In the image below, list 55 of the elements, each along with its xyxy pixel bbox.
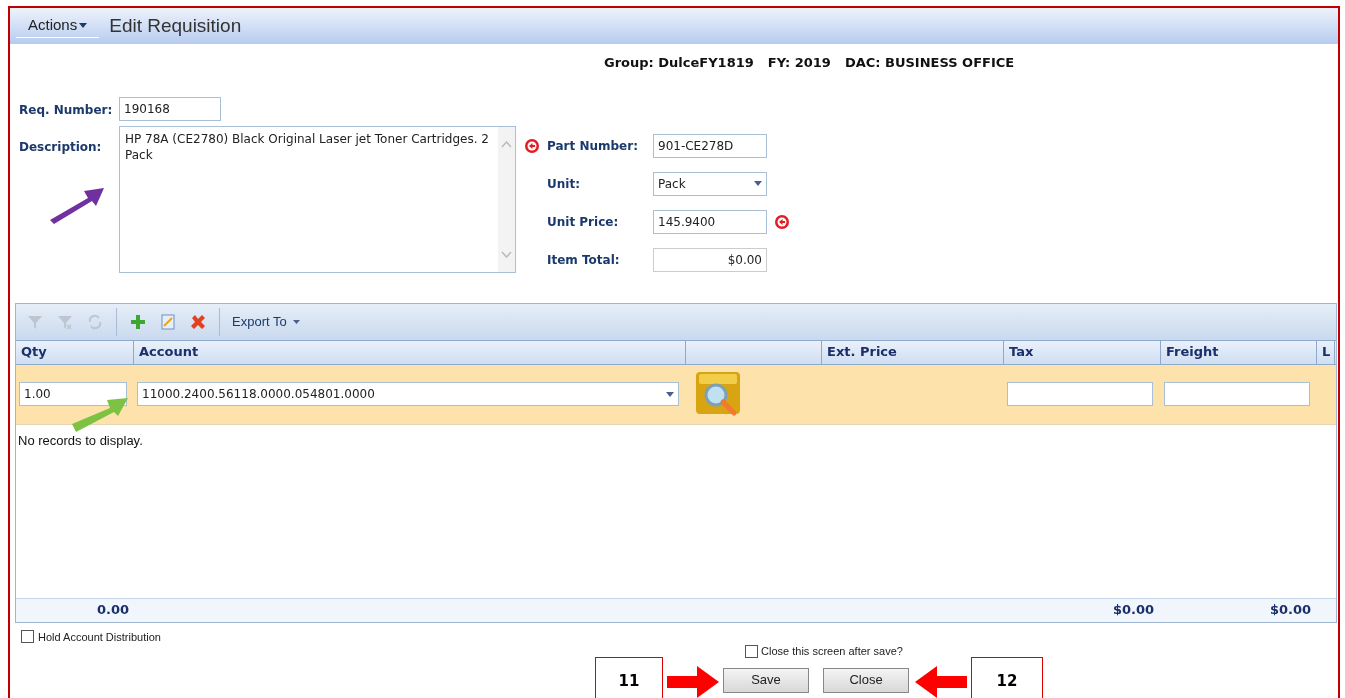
callout-arrow — [667, 665, 719, 698]
freight-total: $0.00 — [1269, 602, 1311, 618]
part-number-field[interactable]: 901-CE278D — [653, 133, 767, 158]
callout-arrow — [915, 665, 967, 698]
action-button[interactable]: Save — [723, 667, 809, 693]
delete-icon[interactable] — [189, 312, 207, 331]
checkbox[interactable] — [21, 630, 34, 644]
export-menu[interactable]: Export To — [232, 311, 300, 332]
qty-field[interactable]: 1.00 — [19, 382, 127, 406]
field-label: Unit Price: — [547, 213, 620, 231]
req-number-field[interactable]: 190168 — [119, 96, 221, 121]
field-label: Part Number: — [547, 137, 639, 155]
column-header[interactable]: Qty — [21, 342, 47, 362]
dac-label: DAC: BUSINESS OFFICE — [844, 54, 1015, 72]
caret-icon — [666, 391, 674, 397]
checkbox-label: Close this screen after save? — [761, 644, 903, 659]
checkbox-label: Hold Account Distribution — [38, 629, 161, 645]
callout-box: 11 — [595, 656, 663, 698]
description-field[interactable]: HP 78A (CE2780) Black Original Laser jet Toner Cartridges. 2 Pack — [119, 125, 516, 273]
chevron-up-icon — [501, 140, 512, 148]
tax-total: $0.00 — [1112, 602, 1154, 618]
actions-menu[interactable]: Actions — [16, 14, 100, 38]
checkbox[interactable] — [745, 644, 759, 658]
field-label: Description: — [19, 138, 103, 156]
caret-icon — [292, 319, 300, 324]
item-total-field[interactable]: $0.00 — [653, 247, 767, 272]
column-header[interactable]: Ext. Price — [827, 342, 897, 362]
column-header[interactable]: Tax — [1009, 342, 1034, 362]
tax-field[interactable] — [1007, 382, 1153, 406]
column-header[interactable]: Account — [139, 342, 199, 362]
column-header[interactable]: L — [1322, 342, 1331, 362]
freight-field[interactable] — [1164, 382, 1310, 406]
scrollbar[interactable] — [498, 126, 515, 272]
annotation-arrow — [48, 186, 106, 226]
alert-icon — [774, 213, 790, 230]
account-dropdown[interactable]: 11000.2400.56118.0000.054801.0000 — [137, 382, 679, 406]
qty-total: 0.00 — [96, 602, 129, 618]
unit-price-field[interactable]: 145.9400 — [653, 209, 767, 234]
column-header[interactable]: Freight — [1166, 342, 1219, 362]
page-title: Edit Requisition — [109, 13, 242, 38]
callout-box: 12 — [971, 656, 1043, 698]
add-icon[interactable] — [129, 312, 147, 331]
fy-label: FY: 2019 — [767, 54, 831, 72]
edit-icon[interactable] — [159, 312, 177, 331]
group-label: Group: DulceFY1819 — [604, 54, 754, 72]
alert-icon — [524, 137, 540, 154]
action-button[interactable]: Close — [823, 667, 909, 693]
unit-dropdown[interactable]: Pack — [653, 171, 767, 196]
empty-message: No records to display. — [18, 432, 143, 448]
field-label: Item Total: — [547, 251, 621, 269]
caret-icon — [754, 181, 762, 186]
chevron-down-icon — [501, 250, 512, 258]
field-label: Req. Number: — [19, 101, 114, 119]
field-label: Unit: — [547, 175, 581, 193]
caret-icon — [79, 23, 88, 28]
